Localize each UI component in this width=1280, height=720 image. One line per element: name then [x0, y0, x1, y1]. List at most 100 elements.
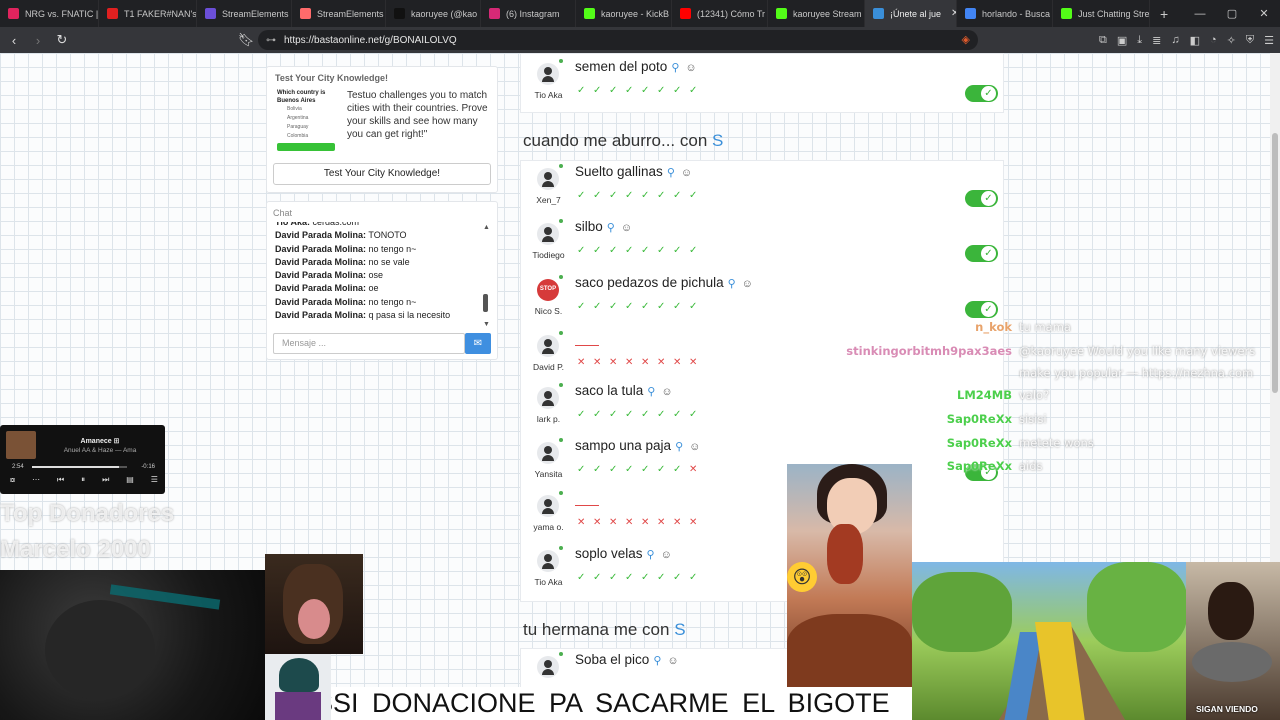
search-icon[interactable]: ⚲: [675, 441, 683, 453]
brave-shield-icon[interactable]: ◈: [962, 33, 970, 46]
donation-ticker: SSI DONACIONE PA SACARME EL BIGOTE: [331, 687, 912, 720]
react-emoji-icon[interactable]: ☺: [685, 62, 696, 74]
next-icon[interactable]: ⏭: [102, 475, 109, 485]
answer-text: Soba el pico ⚲ ☺: [575, 652, 679, 667]
browser-tab[interactable]: NRG vs. FNATIC |: [0, 0, 99, 27]
vote-reject-icon: ✕: [689, 517, 698, 528]
wallet-icon[interactable]: ▣: [1117, 34, 1127, 47]
online-dot-icon: [559, 219, 563, 223]
validate-toggle[interactable]: [965, 301, 998, 318]
site-info-icon[interactable]: ⊶: [266, 35, 276, 46]
chat-scrollbar[interactable]: ▲ ▼: [483, 224, 490, 328]
stream-chat-user: LM24MB: [957, 388, 1012, 402]
online-dot-icon: [559, 438, 563, 442]
forward-icon[interactable]: ›: [28, 33, 48, 48]
search-icon[interactable]: ⚲: [653, 655, 661, 667]
react-emoji-icon[interactable]: ☺: [661, 549, 672, 561]
close-window-icon[interactable]: ✕: [1248, 7, 1280, 20]
output-icon[interactable]: ⧇: [10, 475, 15, 485]
search-icon[interactable]: ⚲: [667, 167, 675, 179]
music-icon[interactable]: ♫: [1171, 34, 1179, 46]
menu-icon[interactable]: ☰: [1264, 34, 1274, 47]
search-icon[interactable]: ⚲: [647, 386, 655, 398]
tab-favicon-icon: [776, 8, 787, 19]
browser-tab[interactable]: ¡Únete al jue✕: [865, 0, 957, 27]
vote-reject-icon: ✕: [673, 517, 682, 528]
stream-chat-user: n_kok: [975, 320, 1012, 334]
promo-image: Which country is Buenos Aires Bolivia Ar…: [277, 89, 339, 155]
browser-tab[interactable]: StreamElements: [197, 0, 292, 27]
scroll-up-icon[interactable]: ▲: [483, 224, 490, 231]
vote-approve-icon: ✓: [625, 301, 634, 312]
chat-scroll-thumb[interactable]: [483, 294, 488, 312]
minimize-icon[interactable]: —: [1184, 8, 1216, 20]
reload-icon[interactable]: ↻: [52, 32, 72, 48]
browser-tab[interactable]: kaoruyee - KickB: [576, 0, 672, 27]
answer-word: Soba el pico: [575, 652, 650, 667]
pause-icon[interactable]: ⏸: [81, 475, 85, 485]
browser-tab[interactable]: Just Chatting Stre: [1053, 0, 1150, 27]
scroll-down-icon[interactable]: ▼: [483, 321, 490, 328]
validate-toggle[interactable]: [965, 190, 998, 207]
vote-reject-icon: ✕: [673, 357, 682, 368]
promo-button[interactable]: Test Your City Knowledge!: [273, 163, 491, 185]
leo-icon[interactable]: ✧: [1227, 34, 1236, 47]
validate-toggle[interactable]: [965, 85, 998, 102]
reading-list-icon[interactable]: ≣: [1152, 34, 1161, 47]
vote-list: ✓ ✓ ✓ ✓ ✓ ✓ ✓ ✓: [577, 409, 705, 420]
vote-approve-icon: ✓: [625, 190, 634, 201]
stream-chat-text: aids: [1019, 459, 1043, 473]
extensions-icon[interactable]: ⧉: [1099, 34, 1107, 47]
category-heading: tu hermana me con S: [523, 620, 686, 640]
vote-approve-icon: ✓: [689, 85, 698, 96]
downloads-icon[interactable]: ⤓: [1137, 34, 1142, 47]
browser-tab[interactable]: kaoruyee (@kao: [386, 0, 481, 27]
browser-tab[interactable]: StreamElements: [292, 0, 386, 27]
previous-icon[interactable]: ⏮: [57, 475, 64, 485]
search-icon[interactable]: ⚲: [607, 222, 615, 234]
online-dot-icon: [559, 275, 563, 279]
validate-toggle[interactable]: [965, 245, 998, 262]
vote-reject-icon: ✕: [657, 517, 666, 528]
bookmark-icon[interactable]: 🔖︎: [236, 32, 256, 48]
url-field[interactable]: ⊶ https://bastaonline.net/g/BONAILOLVQ ◈: [258, 30, 978, 50]
browser-tab[interactable]: T1 FAKER#NAN's: [99, 0, 197, 27]
browser-tab[interactable]: horlando - Busca: [957, 0, 1053, 27]
search-icon[interactable]: ⚲: [671, 62, 679, 74]
chat-message: David Parada Molina: no se vale: [275, 256, 487, 269]
tab-label: kaoruyee (@kao: [411, 8, 478, 19]
search-icon[interactable]: ⚲: [728, 278, 736, 290]
vote-approve-icon: ✓: [577, 464, 586, 475]
vpn-icon[interactable]: ◔: [1210, 34, 1217, 46]
vote-approve-icon: ✓: [641, 245, 650, 256]
react-emoji-icon[interactable]: ☺: [689, 441, 700, 453]
queue-icon[interactable]: ☰: [151, 475, 158, 485]
tab-label: T1 FAKER#NAN's: [124, 8, 197, 19]
react-emoji-icon[interactable]: ☺: [667, 655, 678, 667]
search-icon[interactable]: ⚲: [647, 549, 655, 561]
send-message-button[interactable]: ✉: [465, 333, 491, 354]
react-emoji-icon[interactable]: ☺: [742, 278, 753, 290]
chat-text: cerdas.com: [312, 222, 360, 227]
vote-approve-icon: ✓: [657, 409, 666, 420]
chat-message-input[interactable]: Mensaje ...: [273, 333, 465, 354]
browser-tab[interactable]: (6) Instagram: [481, 0, 576, 27]
react-emoji-icon[interactable]: ☺: [661, 386, 672, 398]
react-emoji-icon[interactable]: ☺: [681, 167, 692, 179]
sidebar-icon[interactable]: ◧: [1190, 34, 1200, 47]
shield-icon[interactable]: ⛨: [1246, 34, 1254, 47]
maximize-icon[interactable]: ▢: [1216, 7, 1248, 20]
browser-tab[interactable]: kaoruyee Stream: [768, 0, 865, 27]
browser-tab[interactable]: (12341) Cómo Tr: [672, 0, 768, 27]
back-icon[interactable]: ‹: [4, 33, 24, 48]
lyrics-icon[interactable]: ▤: [126, 475, 134, 485]
chat-text: ose: [368, 270, 384, 281]
new-tab-button[interactable]: +: [1150, 6, 1178, 22]
vote-approve-icon: ✓: [657, 245, 666, 256]
vote-approve-icon: ✓: [625, 85, 634, 96]
promo-description: Testuo challenges you to match cities wi…: [347, 90, 488, 140]
ticker-text: SSI DONACIONE PA SACARME EL BIGOTE: [331, 688, 890, 718]
react-emoji-icon[interactable]: ☺: [621, 222, 632, 234]
track-progress-bar[interactable]: [32, 466, 127, 468]
more-icon[interactable]: ⋯: [32, 475, 40, 485]
